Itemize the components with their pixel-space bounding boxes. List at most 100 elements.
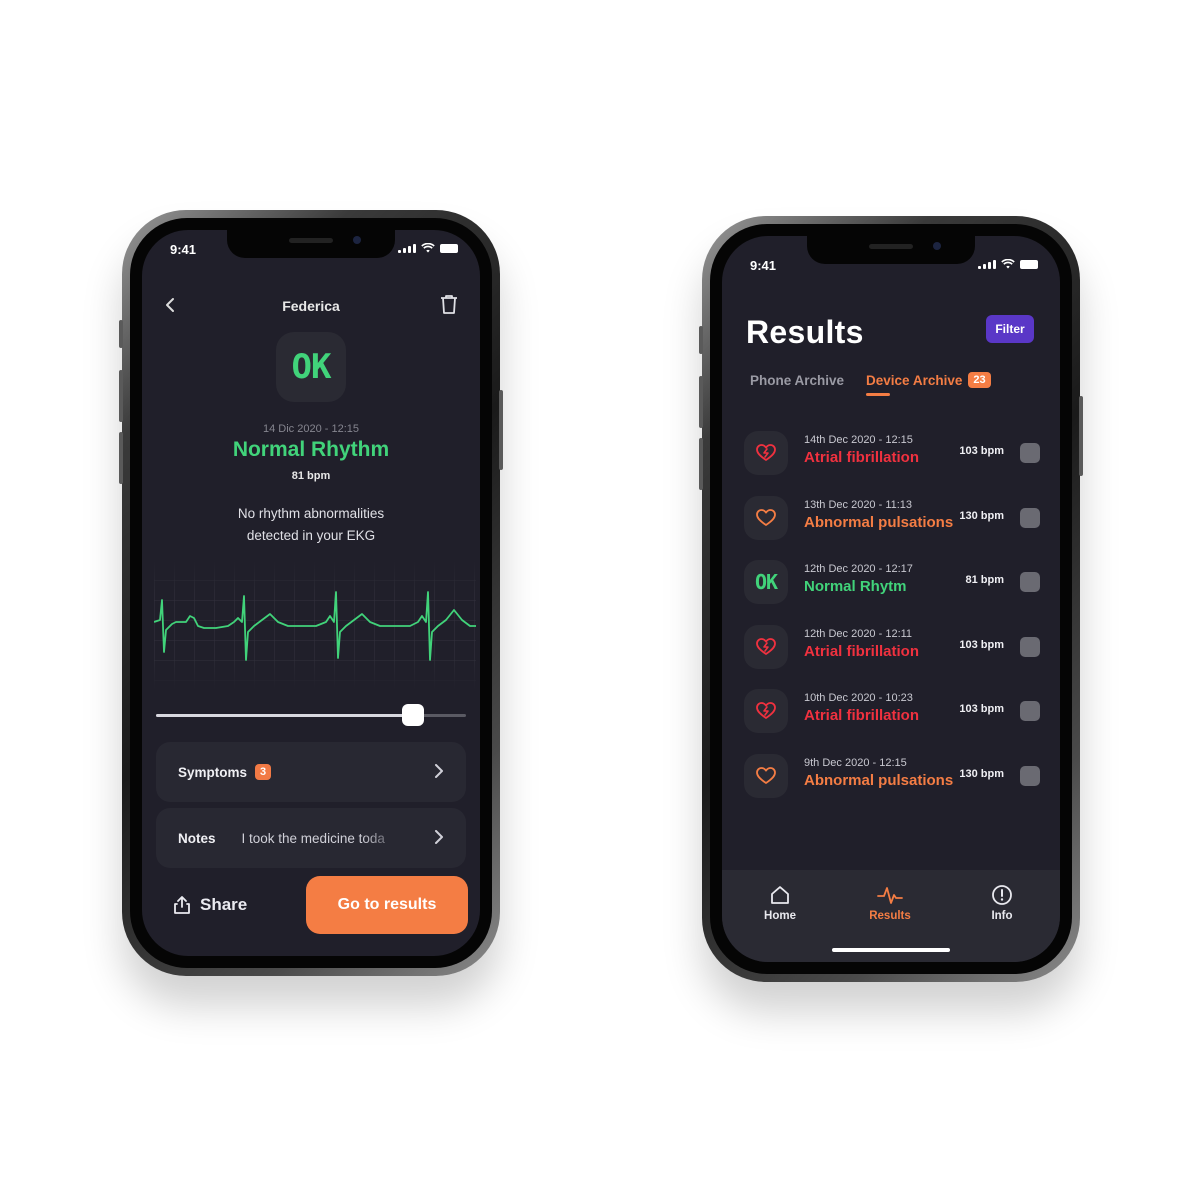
volume-up-button — [699, 376, 703, 428]
heart-alert-icon — [744, 431, 788, 475]
home-indicator — [832, 948, 950, 952]
chevron-right-icon — [434, 827, 444, 850]
result-checkbox[interactable] — [1020, 765, 1040, 786]
ekg-detail-screen: 9:41 Federica OK 14 Dic 2020 - 12:15 Nor… — [142, 230, 480, 956]
recording-date: 14 Dic 2020 - 12:15 — [262, 423, 359, 435]
status-bar: 9:41 — [722, 256, 1060, 278]
share-label: Share — [200, 895, 248, 914]
result-label: Normal Rhytm — [804, 578, 907, 595]
phone-right: 9:41 Results Filter Phone Archive Device… — [699, 216, 1083, 982]
battery-icon — [1020, 260, 1038, 269]
result-label: Atrial fibrillation — [804, 642, 920, 660]
mute-switch — [119, 320, 123, 348]
nav-info-label: Info — [991, 910, 1013, 922]
chevron-right-icon — [434, 761, 444, 784]
notes-label: Notes — [178, 830, 216, 846]
mute-switch — [699, 326, 703, 354]
power-button — [1079, 396, 1083, 476]
active-tab-indicator — [866, 393, 891, 396]
result-checkbox[interactable] — [1020, 507, 1040, 528]
heart-outline-icon — [744, 495, 788, 540]
home-icon — [771, 886, 789, 904]
result-message: No rhythm abnormalities detected in your… — [202, 503, 420, 547]
nav-home[interactable]: Home — [740, 884, 820, 922]
result-checkbox[interactable] — [1020, 443, 1040, 463]
heart-alert-icon — [744, 624, 788, 669]
result-bpm: 130 bpm — [959, 509, 1004, 522]
ok-icon: OK — [744, 560, 788, 604]
volume-up-button — [119, 370, 123, 422]
nav-home-label: Home — [764, 910, 796, 922]
archive-tabs: Phone Archive Device Archive 23 — [750, 372, 991, 396]
nav-info[interactable]: Info — [962, 884, 1042, 922]
result-label: Abnormal pulsations — [804, 771, 954, 789]
result-date: 12th Dec 2020 - 12:11 — [804, 627, 913, 640]
cellular-signal-icon — [978, 259, 996, 269]
status-time: 9:41 — [170, 242, 197, 257]
result-row[interactable]: 14th Dec 2020 - 12:15 Atrial fibrillation… — [744, 421, 1044, 486]
nav-results[interactable]: Results — [850, 884, 930, 922]
status-icons — [978, 259, 1038, 269]
volume-down-button — [119, 432, 123, 484]
wifi-icon — [1001, 259, 1015, 269]
device-archive-count-badge: 23 — [968, 372, 991, 388]
result-date: 10th Dec 2020 - 10:23 — [804, 692, 913, 704]
heart-rate: 81 bpm — [291, 470, 331, 482]
result-label: Atrial fibrillation — [804, 449, 920, 466]
result-checkbox[interactable] — [1020, 572, 1040, 592]
patient-name: Federica — [282, 298, 340, 314]
result-message-line-2: detected in your EKG — [246, 528, 376, 543]
status-icons — [398, 243, 458, 253]
result-bpm: 103 bpm — [959, 638, 1004, 651]
battery-icon — [440, 244, 458, 253]
share-icon — [174, 896, 190, 914]
ekg-scrubber-thumb[interactable] — [402, 704, 425, 726]
notes-row[interactable]: Notes I took the medicine toda — [156, 808, 466, 868]
bottom-nav: Home Results Info — [722, 870, 1060, 962]
power-button — [499, 390, 503, 470]
nav-results-label: Results — [869, 910, 911, 922]
symptoms-row[interactable]: Symptoms 3 — [156, 742, 466, 802]
result-bpm: 103 bpm — [959, 703, 1004, 715]
phone-left: 9:41 Federica OK 14 Dic 2020 - 12:15 Nor… — [119, 210, 503, 976]
result-row[interactable]: 9th Dec 2020 - 12:15 Abnormal pulsations 1… — [744, 744, 1044, 809]
result-row[interactable]: OK 12th Dec 2020 - 12:17 Normal Rhytm 81 bp… — [744, 550, 1044, 615]
wifi-icon — [421, 243, 435, 253]
page-title: Results — [746, 314, 864, 350]
ekg-scrubber[interactable] — [156, 704, 466, 726]
result-bpm: 103 bpm — [959, 445, 1004, 457]
rhythm-status: Normal Rhythm — [232, 438, 390, 461]
info-icon — [992, 885, 1012, 905]
result-row[interactable]: 13th Dec 2020 - 11:13 Abnormal pulsations… — [744, 486, 1044, 551]
result-bpm: 130 bpm — [959, 767, 1004, 780]
results-list: 14th Dec 2020 - 12:15 Atrial fibrillation… — [744, 421, 1044, 808]
symptoms-label: Symptoms — [178, 764, 248, 780]
phone-bezel: 9:41 Federica OK 14 Dic 2020 - 12:15 Nor… — [130, 218, 492, 968]
symptoms-count-badge: 3 — [255, 764, 272, 780]
phone-bezel: 9:41 Results Filter Phone Archive Device… — [710, 224, 1072, 974]
result-row[interactable]: 10th Dec 2020 - 10:23 Atrial fibrillation… — [744, 679, 1044, 744]
notes-preview: I took the medicine toda — [241, 830, 385, 846]
result-label: Atrial fibrillation — [804, 707, 920, 724]
tab-device-archive-label: Device Archive — [866, 372, 963, 388]
ok-badge: OK — [276, 332, 346, 402]
share-button[interactable]: Share — [174, 895, 247, 915]
result-date: 13th Dec 2020 - 11:13 — [804, 498, 913, 511]
result-checkbox[interactable] — [1020, 701, 1040, 721]
ekg-scrubber-fill — [156, 714, 414, 717]
trash-icon[interactable] — [440, 294, 458, 319]
ekg-chart — [154, 560, 476, 690]
tab-phone-archive[interactable]: Phone Archive — [750, 373, 844, 388]
result-bpm: 81 bpm — [965, 574, 1004, 586]
result-checkbox[interactable] — [1020, 636, 1040, 657]
result-date: 12th Dec 2020 - 12:17 — [804, 563, 913, 575]
result-row[interactable]: 12th Dec 2020 - 12:11 Atrial fibrillation… — [744, 615, 1044, 680]
volume-down-button — [699, 438, 703, 490]
cellular-signal-icon — [398, 243, 416, 253]
go-to-results-button[interactable]: Go to results — [306, 876, 468, 934]
heart-alert-icon — [744, 689, 788, 733]
heart-outline-icon — [744, 753, 788, 798]
filter-button[interactable]: Filter — [986, 315, 1034, 343]
tab-device-archive[interactable]: Device Archive 23 — [866, 372, 991, 396]
result-date: 14th Dec 2020 - 12:15 — [804, 434, 913, 446]
